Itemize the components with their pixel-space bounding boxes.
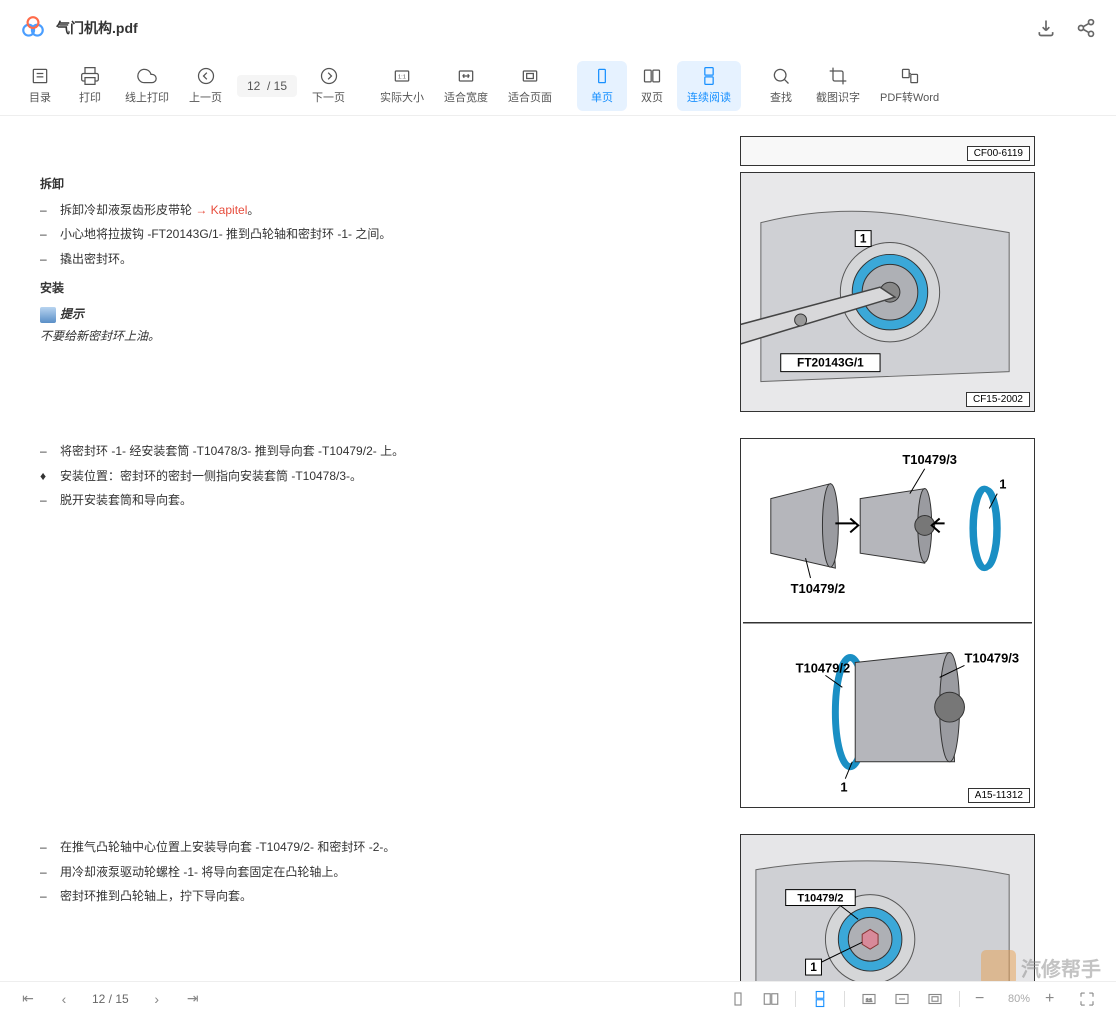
toc-button[interactable]: 目录	[15, 61, 65, 111]
heading: 安装	[40, 278, 720, 300]
fit-width-icon[interactable]	[893, 990, 911, 1008]
prev-page-button[interactable]: ‹	[56, 991, 72, 1007]
print-icon	[80, 66, 100, 86]
first-page-button[interactable]: ⇤	[20, 991, 36, 1007]
next-page-button[interactable]: ›	[149, 991, 165, 1007]
svg-text:FT20143G/1: FT20143G/1	[797, 356, 864, 370]
figure: CF00-6119	[740, 136, 1035, 166]
fullscreen-icon[interactable]	[1078, 990, 1096, 1008]
fit-page-icon	[520, 66, 540, 86]
page-indicator: 12 / 15	[92, 992, 129, 1006]
svg-text:1: 1	[840, 780, 847, 795]
cloud-print-icon	[137, 66, 157, 86]
crop-ocr-button[interactable]: 截图识字	[806, 61, 870, 111]
page-number-input[interactable]	[237, 75, 297, 97]
document-viewport[interactable]: 拆卸 –拆卸冷却液泵齿形皮带轮 → Kapitel。 –小心地将拉拔钩 -FT2…	[0, 116, 1116, 981]
svg-text:T10479/3: T10479/3	[964, 650, 1019, 665]
convert-button[interactable]: PDF转Word	[870, 61, 949, 111]
link[interactable]: → Kapitel	[195, 203, 247, 217]
last-page-button[interactable]: ⇥	[185, 991, 201, 1007]
figure: T10479/3 T10479/2 1 T10479/2 T10479/3 1	[740, 438, 1035, 808]
prev-icon	[196, 66, 216, 86]
svg-text:T10479/2: T10479/2	[796, 660, 851, 675]
svg-text:1:1: 1:1	[866, 997, 873, 1002]
heading: 拆卸	[40, 174, 720, 196]
watermark-icon	[981, 950, 1016, 985]
zoom-in-icon[interactable]: +	[1045, 990, 1063, 1008]
actual-size-button[interactable]: 1:1 实际大小	[370, 61, 434, 111]
fit-page-button[interactable]: 适合页面	[498, 61, 562, 111]
svg-text:1: 1	[999, 477, 1006, 492]
app-logo	[20, 15, 46, 41]
svg-text:T10479/3: T10479/3	[902, 452, 957, 467]
continuous-view-icon[interactable]	[811, 990, 829, 1008]
single-page-icon	[592, 66, 612, 86]
figure: 1 FT20143G/1 CF15-2002	[740, 172, 1035, 412]
fit-page-icon[interactable]	[926, 990, 944, 1008]
search-icon	[771, 66, 791, 86]
crop-icon	[828, 66, 848, 86]
single-page-button[interactable]: 单页	[577, 61, 627, 111]
zoom-level: 80%	[1008, 993, 1030, 1005]
cloud-print-button[interactable]: 线上打印	[115, 61, 179, 111]
search-button[interactable]: 查找	[756, 61, 806, 111]
double-page-icon	[642, 66, 662, 86]
double-view-icon[interactable]	[762, 990, 780, 1008]
zoom-out-icon[interactable]: −	[975, 990, 993, 1008]
actual-size-icon: 1:1	[392, 66, 412, 86]
file-title: 气门机构.pdf	[56, 18, 138, 38]
toolbar: 目录 打印 线上打印 上一页 下一页 1:1 实际大小 适合宽度 适合页面 单页…	[0, 56, 1116, 116]
double-page-button[interactable]: 双页	[627, 61, 677, 111]
watermark: 汽修帮手	[981, 950, 1101, 985]
header-bar: 气门机构.pdf	[0, 0, 1116, 56]
print-button[interactable]: 打印	[65, 61, 115, 111]
convert-icon	[900, 66, 920, 86]
svg-text:1: 1	[860, 232, 867, 246]
figure-label: CF15-2002	[966, 392, 1030, 407]
info-icon	[40, 307, 56, 323]
continuous-button[interactable]: 连续阅读	[677, 61, 741, 111]
svg-text:T10479/2: T10479/2	[791, 581, 846, 596]
share-icon[interactable]	[1076, 18, 1096, 38]
doc-text-block: –在推气凸轮轴中心位置上安装导向套 -T10479/2- 和密封环 -2-。 –…	[40, 834, 740, 981]
doc-text-block: –将密封环 -1- 经安装套筒 -T10478/3- 推到导向套 -T10479…	[40, 438, 740, 814]
doc-text-block: 拆卸 –拆卸冷却液泵齿形皮带轮 → Kapitel。 –小心地将拉拔钩 -FT2…	[40, 136, 740, 418]
svg-text:1:1: 1:1	[398, 75, 406, 81]
fit-width-icon	[456, 66, 476, 86]
svg-text:T10479/2: T10479/2	[797, 893, 843, 905]
actual-size-icon[interactable]: 1:1	[860, 990, 878, 1008]
footer-bar: ⇤ ‹ 12 / 15 › ⇥ 1:1 − 80% +	[0, 981, 1116, 1015]
continuous-icon	[699, 66, 719, 86]
next-page-button[interactable]: 下一页	[302, 61, 355, 111]
figure-label: A15-11312	[968, 788, 1030, 803]
single-view-icon[interactable]	[729, 990, 747, 1008]
next-icon	[319, 66, 339, 86]
svg-text:1: 1	[810, 960, 817, 974]
fit-width-button[interactable]: 适合宽度	[434, 61, 498, 111]
toc-icon	[30, 66, 50, 86]
prev-page-button[interactable]: 上一页	[179, 61, 232, 111]
download-icon[interactable]	[1036, 18, 1056, 38]
figure-label: CF00-6119	[967, 146, 1030, 161]
